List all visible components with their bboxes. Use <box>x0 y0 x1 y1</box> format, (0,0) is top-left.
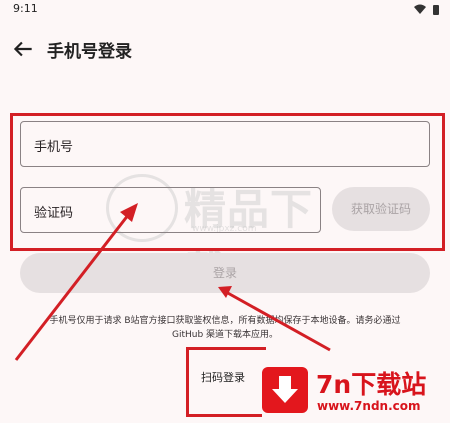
status-bar: 9:11 <box>0 0 450 20</box>
battery-icon <box>433 5 439 15</box>
annotation-highlight-box <box>10 113 445 251</box>
privacy-notice: 手机号仅用于请求 B站官方接口获取鉴权信息，所有数据均保存于本地设备。请务必通过… <box>24 314 426 342</box>
site-badge-url: www.7ndn.com <box>317 399 421 413</box>
site-badge-title: 7n下载站 <box>316 370 427 399</box>
status-icons <box>414 4 439 15</box>
site-badge: 7n下载站 www.7ndn.com <box>262 365 446 419</box>
notice-line-1: 手机号仅用于请求 B站官方接口获取鉴权信息，所有数据均保存于本地设备。请务必通过 <box>49 316 401 326</box>
notice-line-2: GitHub 渠道下载本应用。 <box>171 330 279 340</box>
annotation-qr-box <box>186 347 266 417</box>
page-title: 手机号登录 <box>47 42 132 62</box>
app-bar: 手机号登录 <box>0 26 450 70</box>
wifi-icon <box>414 4 426 14</box>
status-time: 9:11 <box>13 2 38 15</box>
login-button[interactable]: 登录 <box>20 253 430 293</box>
back-arrow-icon[interactable] <box>10 36 36 62</box>
download-icon <box>262 367 308 413</box>
